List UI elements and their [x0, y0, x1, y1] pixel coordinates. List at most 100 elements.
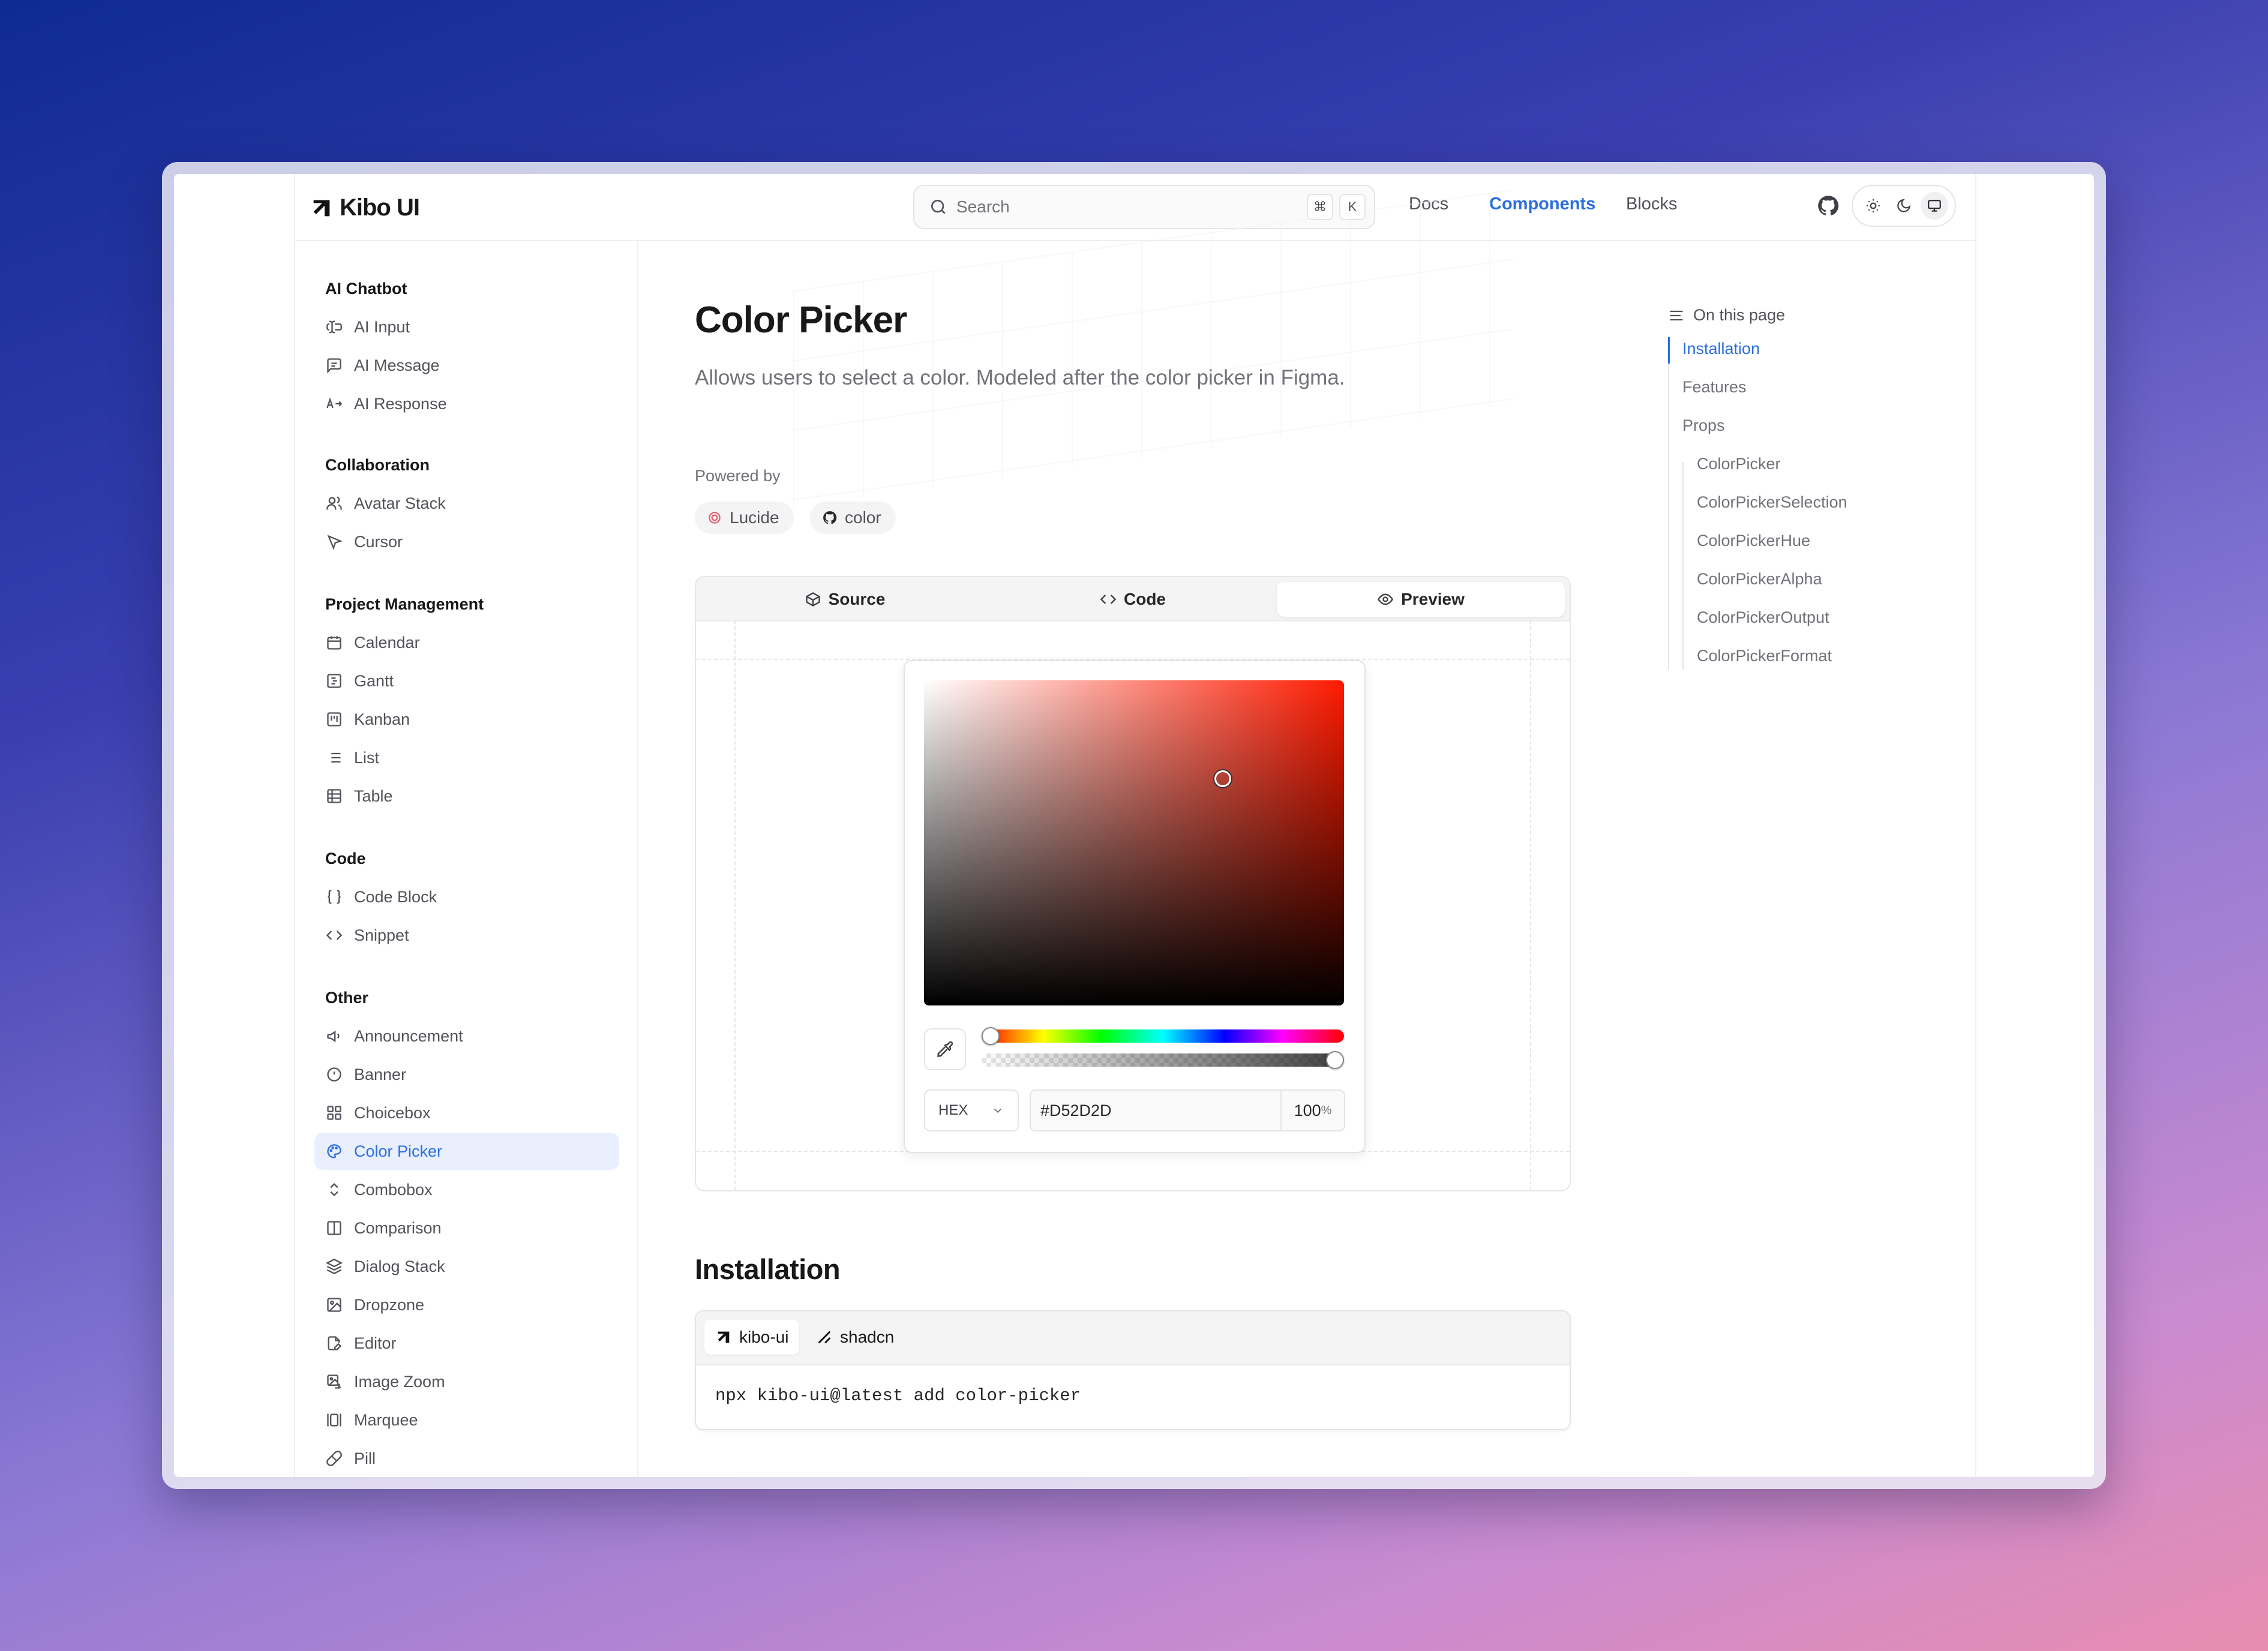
- hex-input[interactable]: #D52D2D: [1031, 1101, 1280, 1120]
- toc-active-indicator: [1668, 337, 1670, 364]
- page-description: Allows users to select a color. Modeled …: [695, 366, 1345, 389]
- format-select[interactable]: HEX: [924, 1089, 1019, 1131]
- color-chip[interactable]: color: [810, 502, 896, 534]
- table-of-contents: On this page Installation Features Props…: [1657, 240, 1975, 780]
- sidebar-item-kanban[interactable]: Kanban: [314, 701, 619, 738]
- browser-window: Kibo UI Search ⌘ K Docs Components Block…: [174, 174, 2094, 1477]
- page-title: Color Picker: [695, 299, 907, 341]
- tab-label: Preview: [1401, 590, 1465, 608]
- lucide-chip[interactable]: Lucide: [695, 502, 794, 534]
- light-theme-button[interactable]: [1859, 192, 1887, 220]
- sidebar-item-image-zoom[interactable]: Image Zoom: [314, 1363, 619, 1400]
- toc-subitem[interactable]: ColorPickerOutput: [1697, 608, 1829, 627]
- sidebar-item-banner[interactable]: Banner: [314, 1056, 619, 1093]
- guide-line: [1530, 620, 1531, 1190]
- sidebar: AI Chatbot AI Input AI Message AI Respon…: [295, 240, 638, 1477]
- toc-heading-label: On this page: [1693, 306, 1786, 324]
- dark-theme-button[interactable]: [1890, 192, 1918, 220]
- alpha-input[interactable]: 100%: [1280, 1091, 1344, 1130]
- sidebar-item-ai-input[interactable]: AI Input: [314, 308, 619, 346]
- sidebar-item-pill[interactable]: Pill: [314, 1440, 619, 1477]
- color-picker-selection[interactable]: [924, 680, 1344, 1005]
- sidebar-item-cursor[interactable]: Cursor: [314, 523, 619, 560]
- sidebar-item-label: Cursor: [354, 532, 403, 551]
- toc-item-props[interactable]: Props: [1682, 416, 1725, 435]
- toc-subitem[interactable]: ColorPicker: [1697, 455, 1781, 473]
- selection-thumb[interactable]: [1214, 770, 1231, 787]
- calendar-icon: [325, 634, 343, 652]
- toc-item-features[interactable]: Features: [1682, 378, 1747, 397]
- sidebar-item-comparison[interactable]: Comparison: [314, 1209, 619, 1247]
- sidebar-item-ai-message[interactable]: AI Message: [314, 347, 619, 384]
- alpha-slider-thumb[interactable]: [1326, 1051, 1344, 1069]
- sidebar-item-gantt[interactable]: Gantt: [314, 662, 619, 700]
- layers-icon: [325, 1257, 343, 1275]
- component-preview: Source Code Preview HEX #D52D2D 100 %: [695, 576, 1571, 1191]
- sidebar-item-dropzone[interactable]: Dropzone: [314, 1286, 619, 1323]
- system-theme-button[interactable]: [1921, 192, 1949, 220]
- github-icon: [823, 511, 837, 524]
- hue-slider[interactable]: [982, 1029, 1344, 1043]
- toc-track: [1668, 337, 1669, 670]
- top-navbar: Kibo UI Search ⌘ K Docs Components Block…: [295, 174, 1975, 241]
- sidebar-item-snippet[interactable]: Snippet: [314, 917, 619, 954]
- toc-subitem[interactable]: ColorPickerHue: [1697, 532, 1810, 550]
- kibo-logo-icon: [313, 200, 330, 216]
- sidebar-item-choicebox[interactable]: Choicebox: [314, 1094, 619, 1131]
- install-command[interactable]: npx kibo-ui@latest add color-picker: [715, 1386, 1081, 1406]
- chip-label: color: [845, 508, 881, 527]
- toc-subitem[interactable]: ColorPickerSelection: [1697, 493, 1847, 512]
- sidebar-section-title: AI Chatbot: [325, 280, 407, 298]
- sidebar-item-announcement[interactable]: Announcement: [314, 1017, 619, 1055]
- shadcn-logo-icon: [818, 1331, 831, 1344]
- kibo-logo-icon: [718, 1331, 730, 1343]
- chevron-down-icon: [994, 1108, 1002, 1113]
- search-placeholder: Search: [956, 197, 1010, 216]
- tab-preview[interactable]: Preview: [1277, 582, 1565, 617]
- hue-slider-thumb[interactable]: [982, 1027, 1000, 1045]
- sidebar-item-label: Marquee: [354, 1410, 418, 1429]
- toc-subitem[interactable]: ColorPickerAlpha: [1697, 570, 1822, 589]
- tab-source[interactable]: Source: [701, 582, 989, 617]
- main-content: Color Picker Allows users to select a co…: [637, 189, 1657, 1477]
- sidebar-item-list[interactable]: List: [314, 739, 619, 776]
- sidebar-item-code-block[interactable]: Code Block: [314, 878, 619, 915]
- sidebar-item-label: Kanban: [354, 710, 410, 728]
- sidebar-item-avatar-stack[interactable]: Avatar Stack: [314, 485, 619, 522]
- sidebar-item-combobox[interactable]: Combobox: [314, 1171, 619, 1208]
- sidebar-item-label: Table: [354, 787, 393, 805]
- sidebar-item-table[interactable]: Table: [314, 778, 619, 815]
- sidebar-item-editor[interactable]: Editor: [314, 1325, 619, 1362]
- users-icon: [325, 494, 343, 512]
- alpha-slider[interactable]: [982, 1053, 1344, 1067]
- tab-code[interactable]: Code: [989, 582, 1277, 617]
- sidebar-item-ai-response[interactable]: AI Response: [314, 385, 619, 422]
- nav-blocks[interactable]: Blocks: [1626, 194, 1677, 214]
- toc-sub-track: [1682, 462, 1684, 670]
- format-value: HEX: [938, 1102, 968, 1118]
- sidebar-item-label: AI Message: [354, 356, 440, 374]
- sidebar-section-title: Collaboration: [325, 456, 430, 474]
- sidebar-item-dialog-stack[interactable]: Dialog Stack: [314, 1248, 619, 1285]
- sidebar-item-marquee[interactable]: Marquee: [314, 1401, 619, 1439]
- table-icon: [325, 787, 343, 805]
- sidebar-item-calendar[interactable]: Calendar: [314, 624, 619, 661]
- color-picker: HEX #D52D2D 100%: [904, 660, 1366, 1153]
- toc-subitem[interactable]: ColorPickerFormat: [1697, 647, 1832, 665]
- sidebar-section-title: Other: [325, 989, 369, 1007]
- sidebar-section-title: Code: [325, 849, 366, 867]
- tab-label: Code: [1124, 590, 1166, 608]
- sidebar-item-label: Code Block: [354, 887, 437, 906]
- tab-shadcn[interactable]: shadcn: [805, 1320, 905, 1355]
- sidebar-item-color-picker[interactable]: Color Picker: [314, 1133, 619, 1170]
- eyedropper-button[interactable]: [924, 1028, 966, 1070]
- text-align-left-icon: [1670, 310, 1683, 320]
- brand-logo[interactable]: Kibo UI: [310, 194, 420, 221]
- github-icon[interactable]: [1816, 194, 1840, 218]
- tab-kibo-ui[interactable]: kibo-ui: [704, 1320, 800, 1355]
- gantt-icon: [325, 672, 343, 690]
- pipette-icon: [937, 1041, 953, 1058]
- tab-label: shadcn: [840, 1328, 895, 1346]
- pill-icon: [325, 1449, 343, 1467]
- toc-item-installation[interactable]: Installation: [1682, 340, 1760, 358]
